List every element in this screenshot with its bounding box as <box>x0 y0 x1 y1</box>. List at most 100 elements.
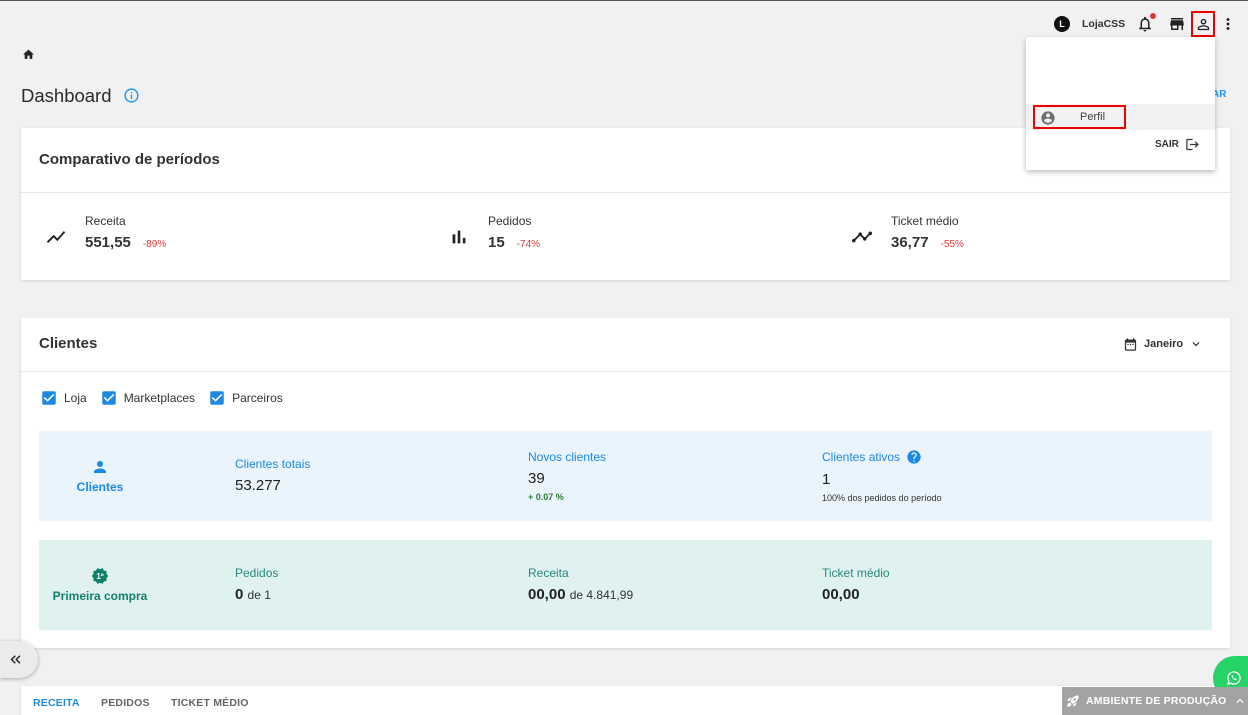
collapse-sidebar-button[interactable] <box>0 641 38 678</box>
stat-value: 1 <box>822 470 831 488</box>
calendar-icon <box>1124 337 1137 351</box>
environment-label: AMBIENTE DE PRODUÇÃO <box>1086 695 1227 707</box>
info-icon[interactable] <box>123 87 140 104</box>
person-outline-icon <box>1197 18 1209 30</box>
first-purchase-heading: 1º Primeira compra <box>39 540 161 630</box>
timeline-icon <box>851 231 873 243</box>
tab-pedidos[interactable]: PEDIDOS <box>101 697 150 709</box>
account-circle-icon <box>1041 111 1055 125</box>
store-name[interactable]: LojaCSS <box>1082 18 1125 30</box>
avatar-letter: L <box>1059 19 1065 29</box>
show-chart-icon <box>46 231 66 243</box>
stat-growth: + 0.07 % <box>528 491 564 502</box>
user-menu-button[interactable] <box>1191 11 1215 37</box>
whatsapp-icon <box>1227 671 1241 685</box>
divider <box>21 371 1230 372</box>
window-border <box>0 0 1248 1</box>
checkbox-checked-icon[interactable] <box>100 389 118 407</box>
stat-value-row: 00,00 <box>822 586 1102 604</box>
first-purchase-panel: 1º Primeira compra Pedidos 0 de 1 Receit… <box>39 540 1212 630</box>
stat-active-clients: Clientes ativos 1 100% dos pedidos do pe… <box>822 431 1102 521</box>
double-chevron-left-icon <box>10 655 21 664</box>
period-select[interactable]: Janeiro <box>1123 335 1203 353</box>
filter-label: Loja <box>64 391 87 405</box>
menu-item-profile[interactable]: Perfil <box>1033 105 1126 129</box>
chevron-up-icon <box>1236 698 1244 703</box>
filter-parceiros[interactable]: Parceiros <box>208 389 283 407</box>
store-icon[interactable] <box>1168 15 1186 33</box>
first-purchase-badge-icon: 1º <box>91 568 109 584</box>
user-dropdown-menu: Perfil SAIR <box>1026 37 1215 170</box>
period-label: Janeiro <box>1144 338 1184 350</box>
metric-label: Ticket médio <box>891 214 959 228</box>
notification-badge <box>1150 13 1156 19</box>
clients-summary-heading: Clientes <box>39 431 161 521</box>
metric-label: Pedidos <box>488 214 532 228</box>
metric-orders: Pedidos 15 -74% <box>448 214 828 254</box>
stat-label: Pedidos <box>235 566 279 580</box>
stat-suffix: de 1 <box>247 588 271 602</box>
person-icon <box>94 461 106 473</box>
stat-label: Clientes totais <box>235 457 311 471</box>
stat-note: 100% dos pedidos do período <box>822 492 942 503</box>
checkbox-checked-icon[interactable] <box>208 389 226 407</box>
rocket-icon <box>1067 695 1079 707</box>
metric-change: -55% <box>940 239 964 250</box>
metric-average-ticket: Ticket médio 36,77 -55% <box>851 214 1231 254</box>
tab-receita[interactable]: RECEITA <box>33 697 80 709</box>
logout-icon <box>1186 138 1199 150</box>
metric-value: 551,55 <box>85 234 131 251</box>
stat-first-revenue: Receita 00,00 de 4.841,99 <box>528 540 808 630</box>
stat-label: Ticket médio <box>822 566 890 580</box>
stat-value-row: 0 de 1 <box>235 586 515 604</box>
panel-heading-label: Primeira compra <box>52 589 148 603</box>
home-icon[interactable] <box>22 48 35 61</box>
chevron-down-icon <box>1192 342 1200 347</box>
stat-value-row: 00,00 de 4.841,99 <box>528 586 808 604</box>
clients-summary-panel: Clientes Clientes totais 53.277 Novos cl… <box>39 431 1212 521</box>
clients-title: Clientes <box>39 335 98 352</box>
logout-button[interactable]: SAIR <box>1155 136 1200 152</box>
filter-label: Parceiros <box>232 391 283 405</box>
environment-banner[interactable]: AMBIENTE DE PRODUÇÃO <box>1062 687 1248 715</box>
logout-label: SAIR <box>1155 138 1179 150</box>
channel-filters: Loja Marketplaces Parceiros <box>40 389 296 407</box>
stat-label-row: Clientes ativos <box>822 449 1102 465</box>
metric-value: 36,77 <box>891 234 929 251</box>
bar-chart-icon <box>452 230 466 244</box>
page-title: Dashboard <box>21 85 112 106</box>
clients-card: Clientes Janeiro Loja Marketplaces Parce… <box>21 318 1230 648</box>
tab-ticket-medio[interactable]: TICKET MÉDIO <box>171 697 249 709</box>
stat-value: 53.277 <box>235 477 281 494</box>
help-icon[interactable] <box>906 449 922 465</box>
metric-label: Receita <box>85 214 126 228</box>
metric-value: 15 <box>488 234 505 251</box>
stat-label: Novos clientes <box>528 449 607 464</box>
checkbox-checked-icon[interactable] <box>40 389 58 407</box>
stat-label: Receita <box>528 566 569 580</box>
more-vert-icon[interactable] <box>1219 15 1237 33</box>
stat-new-clients: Novos clientes 39 + 0.07 % <box>528 431 808 521</box>
menu-item-profile-label: Perfil <box>1080 111 1106 123</box>
stat-first-orders: Pedidos 0 de 1 <box>235 540 515 630</box>
stat-value: 00,00 <box>528 586 566 603</box>
stat-suffix: de 4.841,99 <box>569 588 634 602</box>
stat-total-clients: Clientes totais 53.277 <box>235 431 515 521</box>
stat-label: Clientes ativos <box>822 449 901 464</box>
chart-tabs-card: RECEITA PEDIDOS TICKET MÉDIO <box>21 686 1230 715</box>
stat-first-ticket: Ticket médio 00,00 <box>822 540 1102 630</box>
filter-marketplaces[interactable]: Marketplaces <box>100 389 195 407</box>
comparison-title: Comparativo de períodos <box>39 151 220 168</box>
panel-heading-label: Clientes <box>76 480 124 494</box>
stat-value: 39 <box>528 469 545 487</box>
stat-value: 0 <box>235 586 244 603</box>
divider <box>21 192 1230 193</box>
filter-loja[interactable]: Loja <box>40 389 87 407</box>
metric-change: -74% <box>516 239 541 250</box>
badge-text: 1º <box>96 572 104 581</box>
filter-label: Marketplaces <box>123 391 196 405</box>
metric-change: -89% <box>142 239 167 250</box>
store-avatar[interactable]: L <box>1054 16 1070 32</box>
metric-revenue: Receita 551,55 -89% <box>45 214 425 254</box>
stat-value: 00,00 <box>822 586 860 603</box>
